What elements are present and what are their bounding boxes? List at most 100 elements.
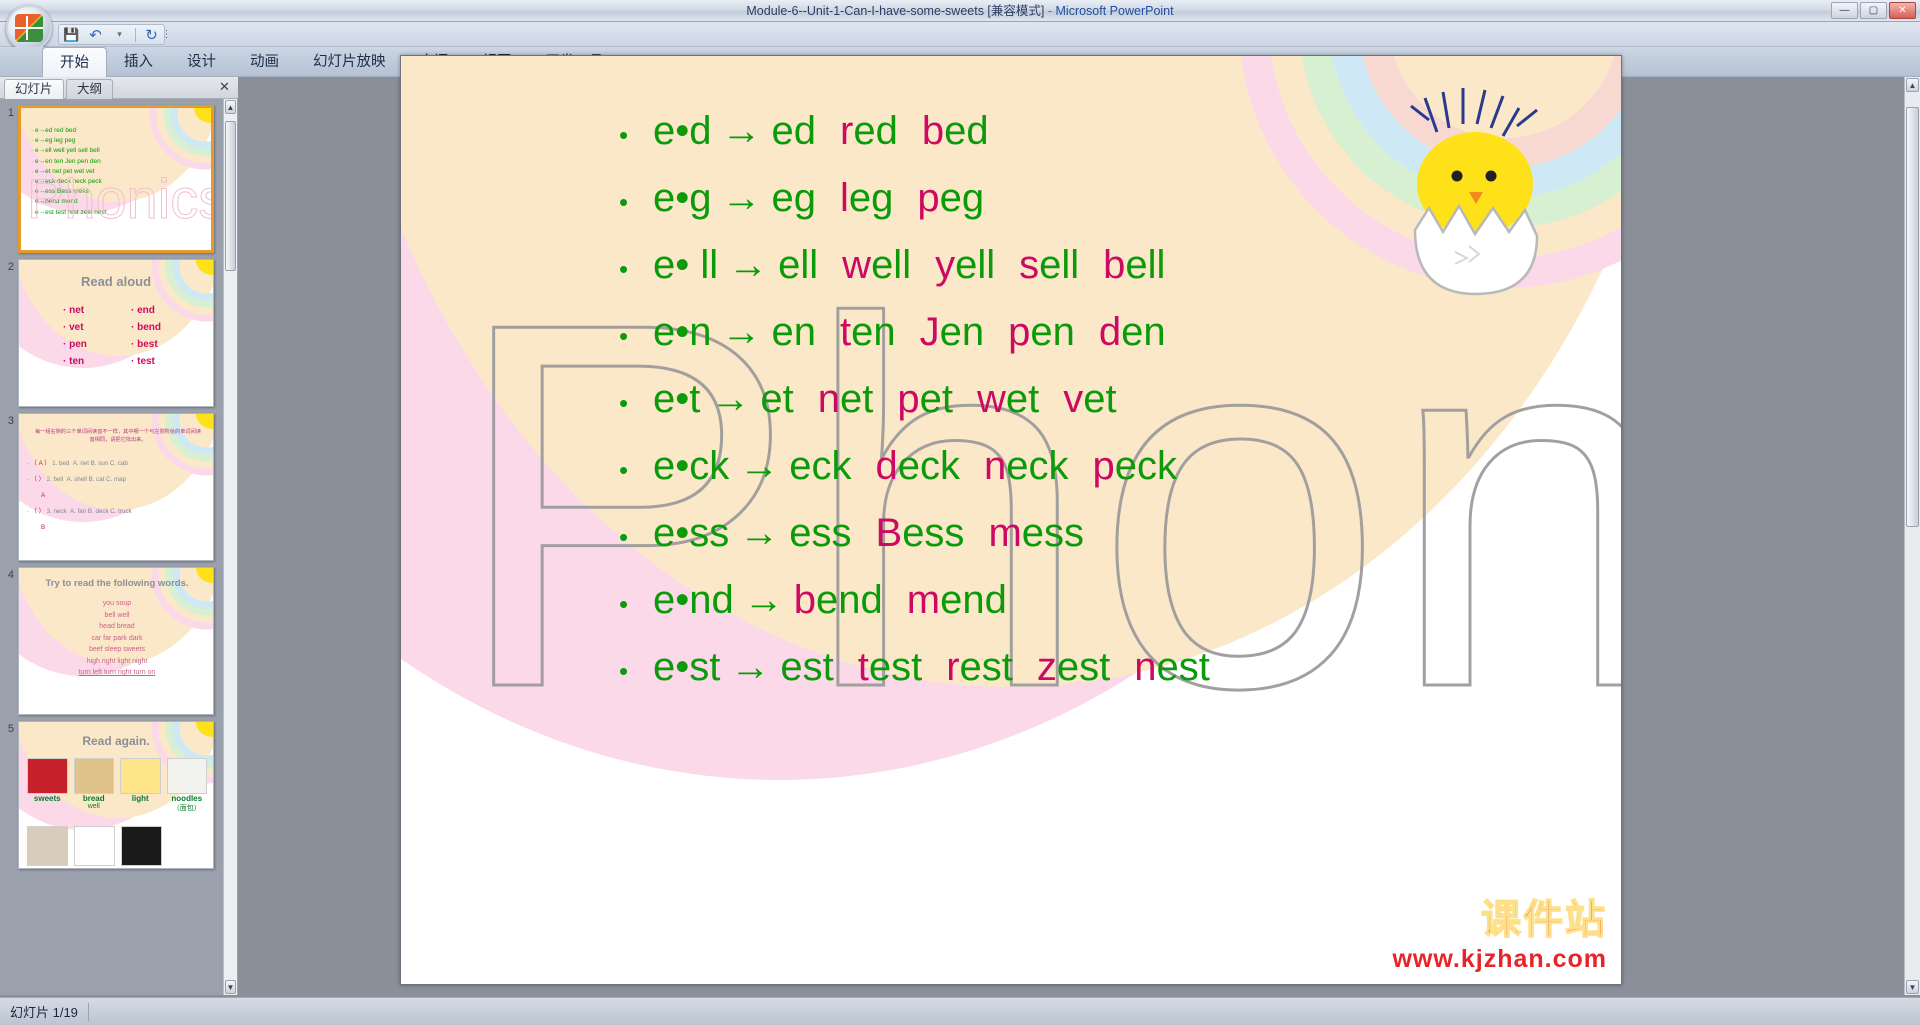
- undo-dropdown-icon[interactable]: ▾: [111, 26, 128, 43]
- word-rime: eck: [1006, 444, 1069, 488]
- ribbon-tab-3[interactable]: 动画: [233, 47, 296, 77]
- word-rime: en: [1121, 310, 1166, 354]
- tab-slides[interactable]: 幻灯片: [4, 79, 64, 99]
- thumb-cell-label: noodles: [171, 794, 203, 803]
- word-onset: m: [906, 578, 941, 622]
- ribbon-tab-0[interactable]: 开始: [42, 47, 107, 77]
- ribbon-tab-1[interactable]: 插入: [107, 47, 170, 77]
- thumbnail-slide-4[interactable]: Try to read the following words. you soup…: [18, 567, 214, 715]
- word-rime: eck: [1114, 444, 1177, 488]
- undo-icon[interactable]: ↶: [87, 26, 104, 44]
- word-rime: et: [839, 377, 874, 421]
- phonics-row: • e•st → est test rest zest nest: [619, 636, 1519, 703]
- arrow-icon: →: [739, 444, 780, 488]
- slides-pane-scrollbar[interactable]: ▲ ▼: [223, 99, 237, 995]
- word-onset: w: [842, 243, 872, 287]
- thumbnail-item[interactable]: 2 Read aloud · net · vet · pen · ten · end · be…: [0, 259, 224, 407]
- phonics-row: • e•d → ed red bed: [619, 100, 1519, 167]
- phonics-word: test: [858, 636, 922, 699]
- thumbnail-slide-5[interactable]: Read again. sweets bread well light noodles （面…: [18, 721, 214, 869]
- close-button[interactable]: ✕: [1889, 2, 1916, 19]
- ribbon-tab-2[interactable]: 设计: [170, 47, 233, 77]
- thumb-q-options: A. fan B. deck C. truck: [70, 508, 132, 515]
- main-area-scrollbar[interactable]: ▲ ▼: [1904, 77, 1920, 995]
- thumb-prompt: 每一组右侧的三个单词间读音不一样，其中哪一个与左侧所给的单词间读音相同，请把它找…: [34, 429, 201, 443]
- thumbnail-item[interactable]: 3 每一组右侧的三个单词间读音不一样，其中哪一个与左侧所给的单词间读音相同，请把它…: [0, 413, 224, 561]
- thumb-watermark: Phonics: [26, 167, 214, 231]
- main-scroll-down-icon[interactable]: ▼: [1906, 980, 1919, 994]
- word-rime: ed: [771, 109, 817, 153]
- thumb-word-row: bell well: [104, 611, 130, 619]
- phonics-word: ess: [789, 502, 851, 565]
- thumbnail-content: Try to read the following words. you soup…: [19, 568, 213, 714]
- word-rime: en: [851, 310, 896, 354]
- word-onset: y: [935, 243, 956, 287]
- maximize-button[interactable]: ▢: [1860, 2, 1887, 19]
- thumb-word-row: head bread: [99, 623, 135, 630]
- thumb-word-row: turn left turn right turn on: [78, 669, 156, 676]
- customize-qat-icon[interactable]: ⋮: [158, 26, 175, 43]
- thumb-word-row: high right light night: [86, 657, 148, 665]
- thumbnail-list[interactable]: 1 · e→ed red bed · e→eg leg peg · e→ell wel…: [0, 99, 224, 995]
- phonics-word: deck: [876, 435, 961, 498]
- status-bar: 幻灯片 1/19: [0, 997, 1920, 1025]
- word-rime: est: [959, 645, 1013, 689]
- thumbnail-item[interactable]: 5 Read again. sweets bread well light noodles （…: [0, 721, 224, 869]
- window-title-document: Module-6--Unit-1-Can-I-have-some-sweets …: [746, 4, 1045, 18]
- phonics-word: pet: [897, 368, 953, 431]
- thumb-word: · net: [63, 305, 85, 316]
- word-onset: n: [817, 377, 840, 421]
- word-rime: et: [1083, 377, 1117, 421]
- site-watermark: 课件站 www.kjzhan.com: [1392, 887, 1607, 974]
- ribbon-tab-4[interactable]: 幻灯片放映: [296, 47, 403, 77]
- quick-access-row: 💾 ↶ ▾ ↻ ⋮: [0, 5, 1920, 51]
- word-onset: n: [984, 444, 1007, 488]
- arrow-icon: →: [710, 377, 751, 421]
- thumbnail-number: 1: [7, 107, 14, 119]
- word-rime: et: [919, 377, 953, 421]
- word-onset: d: [875, 444, 898, 488]
- thumb-cell: sweets: [27, 758, 68, 813]
- word-onset: l: [840, 176, 849, 220]
- word-onset: r: [946, 645, 960, 689]
- save-icon[interactable]: 💾: [63, 26, 80, 43]
- tab-outline[interactable]: 大纲: [66, 79, 114, 99]
- thumbnail-content: Read aloud · net · vet · pen · ten · end · ben…: [19, 260, 213, 406]
- word-onset: B: [875, 511, 903, 555]
- minimize-button[interactable]: —: [1831, 2, 1858, 19]
- thumbnail-number: 2: [7, 261, 14, 273]
- word-rime: en: [1030, 310, 1075, 354]
- phonics-word: ten: [840, 301, 896, 364]
- word-onset: v: [1063, 377, 1084, 421]
- bullet-marker: •: [619, 120, 629, 150]
- thumb-question: · （ ） 3. neck A. fan B. deck C. truck B: [27, 504, 132, 536]
- current-slide[interactable]: Phonics Phonics •e•d→edredbed: [400, 55, 1622, 985]
- thumb-q-options: A. shell B. cat C. map: [66, 476, 127, 483]
- thumbnail-item[interactable]: 1 · e→ed red bed · e→eg leg peg · e→ell wel…: [0, 105, 224, 253]
- main-scroll-up-icon[interactable]: ▲: [1906, 78, 1919, 92]
- scroll-down-icon[interactable]: ▼: [225, 980, 236, 994]
- thumbnail-slide-1[interactable]: · e→ed red bed · e→eg leg peg · e→ell well…: [18, 105, 214, 253]
- bullet-marker: •: [619, 522, 629, 552]
- thumb-q-stem: 2. bell: [46, 476, 64, 483]
- phonics-word: red: [840, 100, 898, 163]
- word-onset: s: [1019, 243, 1040, 287]
- phonics-pattern: e•ck: [653, 444, 730, 488]
- word-rime: est: [1156, 645, 1210, 689]
- word-onset: J: [919, 310, 940, 354]
- pane-tab-strip: 幻灯片 大纲 ✕: [0, 77, 238, 99]
- main-scrollbar-thumb[interactable]: [1906, 107, 1919, 527]
- word-onset: m: [988, 511, 1022, 555]
- thumbnail-slide-3[interactable]: 每一组右侧的三个单词间读音不一样，其中哪一个与左侧所给的单词间读音相同，请把它找…: [18, 413, 214, 561]
- office-button[interactable]: [6, 5, 52, 51]
- close-pane-icon[interactable]: ✕: [217, 80, 232, 95]
- word-rime: ed: [944, 109, 989, 153]
- thumbnail-content: Read again. sweets bread well light noodles （面…: [19, 722, 213, 868]
- thumbnail-slide-2[interactable]: Read aloud · net · vet · pen · ten · end · ben…: [18, 259, 214, 407]
- thumb-q-bracket: · （ A ）: [27, 460, 51, 467]
- thumbnail-item[interactable]: 4 Try to read the following words. you sou…: [0, 567, 224, 715]
- scrollbar-thumb[interactable]: [225, 121, 236, 271]
- scroll-up-icon[interactable]: ▲: [225, 100, 236, 114]
- bullet-marker: •: [619, 589, 629, 619]
- phonics-word: en: [772, 301, 817, 364]
